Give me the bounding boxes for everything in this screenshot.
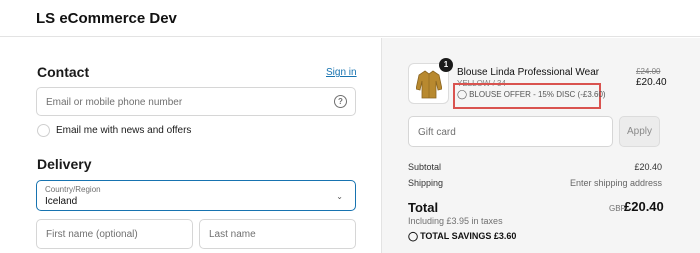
country-label: Country/Region xyxy=(45,185,101,194)
chevron-down-icon: ⌄ xyxy=(336,192,343,201)
first-name-field[interactable]: First name (optional) xyxy=(36,219,193,249)
product-price: £20.40 xyxy=(636,77,667,88)
delivery-heading: Delivery xyxy=(37,156,92,172)
taxes-note: Including £3.95 in taxes xyxy=(408,216,503,226)
original-price: £24.00 xyxy=(636,67,661,76)
last-name-field[interactable]: Last name xyxy=(199,219,356,249)
total-label: Total xyxy=(408,200,439,215)
savings-text: TOTAL SAVINGS £3.60 xyxy=(420,231,517,241)
newsletter-checkbox[interactable] xyxy=(37,124,50,137)
discount-text: BLOUSE OFFER - 15% DISC (-£3.60) xyxy=(469,90,606,99)
subtotal-value: £20.40 xyxy=(634,162,662,172)
newsletter-label: Email me with news and offers xyxy=(56,125,192,136)
discount-label: ◯ BLOUSE OFFER - 15% DISC (-£3.60) xyxy=(457,89,606,100)
quantity-badge: 1 xyxy=(439,58,453,72)
subtotal-row: Subtotal £20.40 xyxy=(408,162,662,172)
country-value: Iceland xyxy=(45,196,78,207)
email-placeholder: Email or mobile phone number xyxy=(46,97,183,108)
header: LS eCommerce Dev xyxy=(0,0,700,37)
subtotal-label: Subtotal xyxy=(408,162,442,172)
shipping-row: Shipping Enter shipping address xyxy=(408,178,662,188)
help-circle-icon[interactable]: ? xyxy=(334,95,347,108)
order-summary: 1 Blouse Linda Professional Wear YELLOW … xyxy=(381,38,700,253)
checkout-form: Contact Sign in Email or mobile phone nu… xyxy=(0,38,381,253)
gift-card-placeholder: Gift card xyxy=(418,127,456,138)
gift-card-input[interactable]: Gift card xyxy=(408,116,613,147)
country-select[interactable]: Country/Region Iceland ⌄ xyxy=(36,180,356,211)
apply-button[interactable]: Apply xyxy=(619,116,660,147)
email-field[interactable]: Email or mobile phone number ? xyxy=(36,87,356,116)
product-name: Blouse Linda Professional Wear xyxy=(457,67,600,78)
total-amount: £20.40 xyxy=(624,199,664,214)
total-savings: ◯ TOTAL SAVINGS £3.60 xyxy=(408,231,516,242)
last-name-placeholder: Last name xyxy=(209,229,256,240)
contact-heading: Contact xyxy=(37,64,90,80)
shipping-label: Shipping xyxy=(408,178,444,188)
shipping-value: Enter shipping address xyxy=(569,178,662,188)
store-name[interactable]: LS eCommerce Dev xyxy=(36,10,177,27)
tag-icon: ◯ xyxy=(457,89,468,99)
first-name-placeholder: First name (optional) xyxy=(46,229,138,240)
tag-icon: ◯ xyxy=(408,231,419,241)
sign-in-link[interactable]: Sign in xyxy=(326,67,357,78)
blouse-image-icon xyxy=(416,70,442,99)
